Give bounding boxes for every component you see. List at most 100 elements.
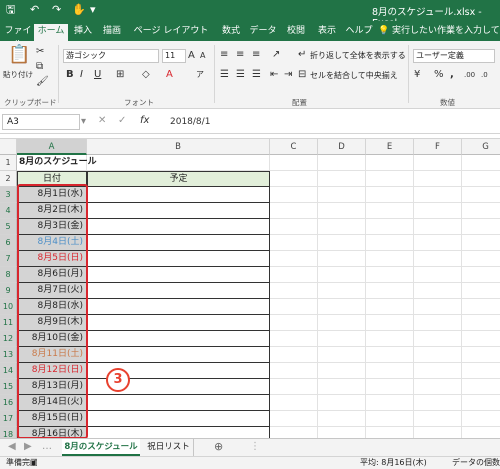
plan-cell[interactable] (87, 187, 270, 203)
tab-draw[interactable]: 描画 (98, 24, 126, 41)
grid-cell[interactable] (366, 427, 414, 438)
row-header[interactable]: 5 (0, 219, 17, 235)
tab-help[interactable]: ヘルプ (344, 24, 374, 41)
grid-cell[interactable] (366, 187, 414, 203)
date-cell[interactable]: 8月7日(火) (17, 283, 87, 299)
grid-cell[interactable] (270, 235, 318, 251)
date-cell[interactable]: 8月9日(木) (17, 315, 87, 331)
plan-cell[interactable] (87, 251, 270, 267)
border-icon[interactable]: ⊞ (116, 69, 124, 81)
date-cell[interactable]: 8月6日(月) (17, 267, 87, 283)
grid-cell[interactable] (414, 347, 462, 363)
grid-cell[interactable] (366, 219, 414, 235)
grid-cell[interactable] (462, 283, 500, 299)
row-header[interactable]: 12 (0, 331, 17, 347)
column-header[interactable]: A (17, 139, 87, 155)
grid-cell[interactable] (414, 379, 462, 395)
align-right-icon[interactable]: ☰ (252, 69, 261, 81)
touch-mode-icon[interactable]: ✋ (72, 3, 86, 17)
grid-cell[interactable] (462, 171, 500, 187)
merge-icon[interactable]: ⊟ (298, 69, 306, 81)
date-cell[interactable]: 8月8日(水) (17, 299, 87, 315)
grid-cell[interactable] (318, 395, 366, 411)
customize-qat-icon[interactable]: ▾ (90, 3, 96, 17)
name-box-dropdown-icon[interactable]: ▾ (81, 116, 86, 128)
row-header[interactable]: 6 (0, 235, 17, 251)
grid-cell[interactable] (318, 203, 366, 219)
currency-icon[interactable]: ¥ (414, 69, 420, 81)
grid-cell[interactable] (270, 219, 318, 235)
grid-cell[interactable] (270, 347, 318, 363)
plan-cell[interactable] (87, 299, 270, 315)
grid-cell[interactable] (414, 299, 462, 315)
grid-cell[interactable] (414, 411, 462, 427)
grid-cell[interactable] (414, 315, 462, 331)
grid-cell[interactable] (462, 251, 500, 267)
tab-page-layout[interactable]: ページ レイアウト (128, 24, 214, 41)
grid-cell[interactable] (318, 411, 366, 427)
save-icon[interactable]: 🖫 (6, 3, 15, 17)
grid-cell[interactable] (366, 315, 414, 331)
grid-cell[interactable] (318, 299, 366, 315)
increase-decimal-icon[interactable]: .00 (464, 69, 475, 81)
align-center-icon[interactable]: ☰ (236, 69, 245, 81)
scroll-next-sheet-icon[interactable]: ▶ (24, 441, 32, 453)
grid-cell[interactable] (87, 155, 270, 171)
wrap-text-icon[interactable]: ↵ (298, 49, 306, 61)
grid-cell[interactable] (414, 219, 462, 235)
grid-cell[interactable] (462, 427, 500, 438)
grid-cell[interactable] (414, 251, 462, 267)
plan-cell[interactable] (87, 315, 270, 331)
row-header[interactable]: 7 (0, 251, 17, 267)
grid-cell[interactable] (318, 155, 366, 171)
date-cell[interactable]: 8月12日(日) (17, 363, 87, 379)
sheet-title-cell[interactable]: 8月のスケジュール (17, 155, 97, 171)
grid-cell[interactable] (414, 395, 462, 411)
decrease-decimal-icon[interactable]: .0 (481, 69, 488, 81)
grid-cell[interactable] (366, 171, 414, 187)
grid-cell[interactable] (270, 187, 318, 203)
number-format-select[interactable]: ユーザー定義 (413, 49, 495, 63)
grid-cell[interactable] (462, 395, 500, 411)
grid-cell[interactable] (462, 203, 500, 219)
tab-split-handle[interactable]: ⋮ (250, 441, 260, 453)
header-plan-cell[interactable]: 予定 (87, 171, 270, 187)
header-date-cell[interactable]: 日付 (17, 171, 87, 187)
phonetic-icon[interactable]: ア (196, 69, 204, 81)
font-size-select[interactable]: 11 (162, 49, 186, 63)
column-header[interactable]: F (414, 139, 462, 155)
grid-cell[interactable] (318, 379, 366, 395)
grid-cell[interactable] (270, 299, 318, 315)
grid-cell[interactable] (270, 363, 318, 379)
plan-cell[interactable] (87, 283, 270, 299)
formula-input[interactable]: 2018/8/1 (170, 117, 210, 127)
grid-cell[interactable] (414, 155, 462, 171)
grid-cell[interactable] (366, 331, 414, 347)
scroll-prev-sheet-icon[interactable]: ◀ (8, 441, 16, 453)
grid-cell[interactable] (318, 171, 366, 187)
sheet-tab-holidays[interactable]: 祝日リスト (144, 439, 194, 456)
grid-cell[interactable] (270, 315, 318, 331)
decrease-indent-icon[interactable]: ⇤ (270, 69, 278, 81)
date-cell[interactable]: 8月4日(土) (17, 235, 87, 251)
align-top-icon[interactable]: ≡ (220, 49, 228, 61)
date-cell[interactable]: 8月10日(金) (17, 331, 87, 347)
column-header[interactable]: B (87, 139, 270, 155)
grid-cell[interactable] (462, 235, 500, 251)
grid-cell[interactable] (270, 331, 318, 347)
column-header[interactable]: C (270, 139, 318, 155)
percent-icon[interactable]: % (434, 69, 444, 81)
grid-cell[interactable] (366, 203, 414, 219)
plan-cell[interactable] (87, 331, 270, 347)
grid-cell[interactable] (462, 299, 500, 315)
grid-cell[interactable] (462, 187, 500, 203)
row-header[interactable]: 18 (0, 427, 17, 438)
italic-icon[interactable]: I (80, 69, 83, 81)
date-cell[interactable]: 8月15日(日) (17, 411, 87, 427)
merge-center-button[interactable]: セルを結合して中央揃え (310, 70, 398, 82)
grid-cell[interactable] (318, 251, 366, 267)
grid-cell[interactable] (366, 235, 414, 251)
font-name-select[interactable]: 游ゴシック (63, 49, 159, 63)
row-header[interactable]: 1 (0, 155, 17, 171)
row-header[interactable]: 11 (0, 315, 17, 331)
